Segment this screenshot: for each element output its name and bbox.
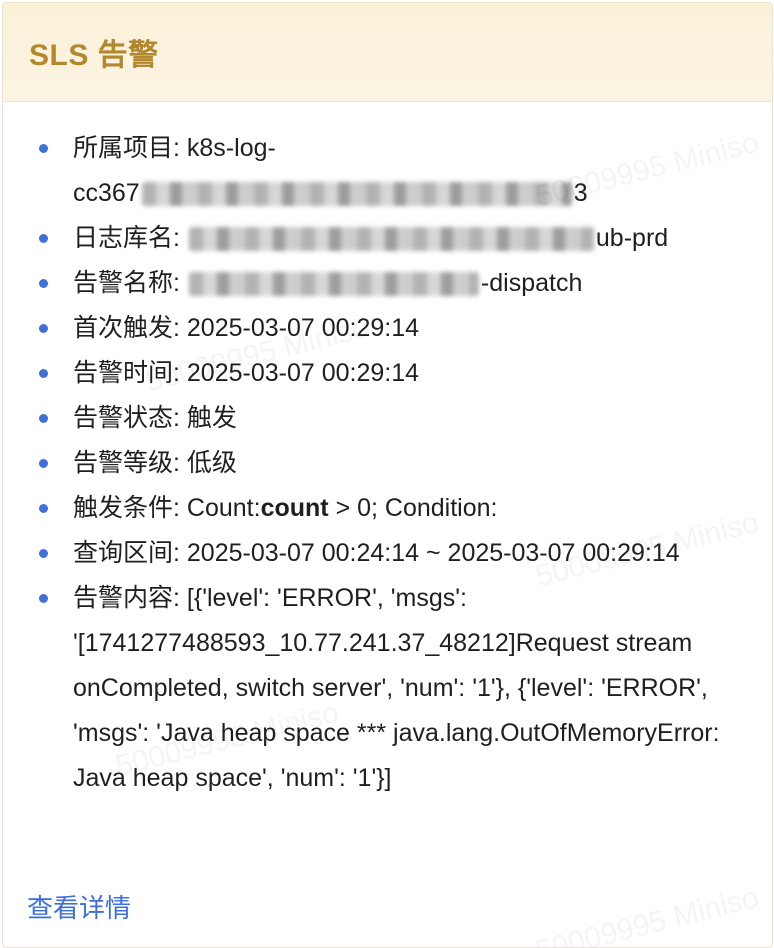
field-value-line2: cc367 xyxy=(73,179,140,207)
list-item-alert-name: 告警名称: -dispatch xyxy=(39,261,732,306)
condition-prefix: Count: xyxy=(186,494,261,522)
field-value: 2025-03-07 00:24:14 ~ 2025-03-07 00:29:1… xyxy=(186,539,680,567)
field-label: 告警等级: xyxy=(73,449,180,477)
alert-card: SLS 告警 所属项目: k8s-log- cc367 3 日志库名: ub-pr… xyxy=(2,2,773,948)
list-item-logstore: 日志库名: ub-prd xyxy=(39,216,732,261)
view-details-link[interactable]: 查看详情 xyxy=(27,888,131,925)
watermark: 50009995 Miniso xyxy=(532,881,762,947)
bullet-icon xyxy=(39,369,48,378)
list-item-alert-time: 告警时间: 2025-03-07 00:29:14 xyxy=(39,351,732,396)
field-label: 告警状态: xyxy=(73,404,180,432)
redacted-value xyxy=(141,182,572,207)
bullet-icon xyxy=(39,234,48,243)
bullet-icon xyxy=(39,549,48,558)
bullet-icon xyxy=(39,504,48,513)
field-value: 触发 xyxy=(186,404,237,432)
field-value-end: ub-prd xyxy=(595,224,669,252)
bullet-icon xyxy=(39,594,48,603)
bullet-icon xyxy=(39,279,48,288)
field-value: 2025-03-07 00:29:14 xyxy=(186,359,420,387)
card-title: SLS 告警 xyxy=(29,39,159,72)
bullet-icon xyxy=(39,414,48,423)
field-value-end: -dispatch xyxy=(480,269,583,297)
redacted-value xyxy=(188,272,479,297)
condition-suffix: > 0; Condition: xyxy=(328,494,498,522)
alert-info-list: 所属项目: k8s-log- cc367 3 日志库名: ub-prd 告警名称:… xyxy=(3,102,772,801)
card-header: SLS 告警 xyxy=(3,3,772,102)
field-label: 日志库名: xyxy=(73,224,180,252)
list-item-alert-content: 告警内容: [{'level': 'ERROR', 'msgs': '[1741… xyxy=(39,576,732,801)
list-item-project: 所属项目: k8s-log- cc367 3 xyxy=(39,126,732,216)
bullet-icon xyxy=(39,324,48,333)
list-item-first-trigger: 首次触发: 2025-03-07 00:29:14 xyxy=(39,306,732,351)
field-value: 2025-03-07 00:29:14 xyxy=(186,314,420,342)
field-value-end: 3 xyxy=(573,179,588,207)
condition-bold: count xyxy=(260,494,329,522)
field-value: 低级 xyxy=(186,449,237,477)
bullet-icon xyxy=(39,144,48,153)
list-item-alert-status: 告警状态: 触发 xyxy=(39,396,732,441)
list-item-alert-level: 告警等级: 低级 xyxy=(39,441,732,486)
field-value: [{'level': 'ERROR', 'msgs': '[1741277488… xyxy=(73,584,720,792)
field-label: 告警名称: xyxy=(73,269,180,297)
bullet-icon xyxy=(39,459,48,468)
field-label: 触发条件: xyxy=(73,494,180,522)
field-label: 首次触发: xyxy=(73,314,180,342)
field-label: 所属项目: xyxy=(73,134,180,162)
field-label: 告警内容: xyxy=(73,584,180,612)
list-item-trigger-condition: 触发条件: Count:count > 0; Condition: xyxy=(39,486,732,531)
redacted-value xyxy=(188,227,594,252)
field-label: 查询区间: xyxy=(73,539,180,567)
field-label: 告警时间: xyxy=(73,359,180,387)
list-item-query-range: 查询区间: 2025-03-07 00:24:14 ~ 2025-03-07 0… xyxy=(39,531,732,576)
field-value: k8s-log- xyxy=(186,134,276,162)
